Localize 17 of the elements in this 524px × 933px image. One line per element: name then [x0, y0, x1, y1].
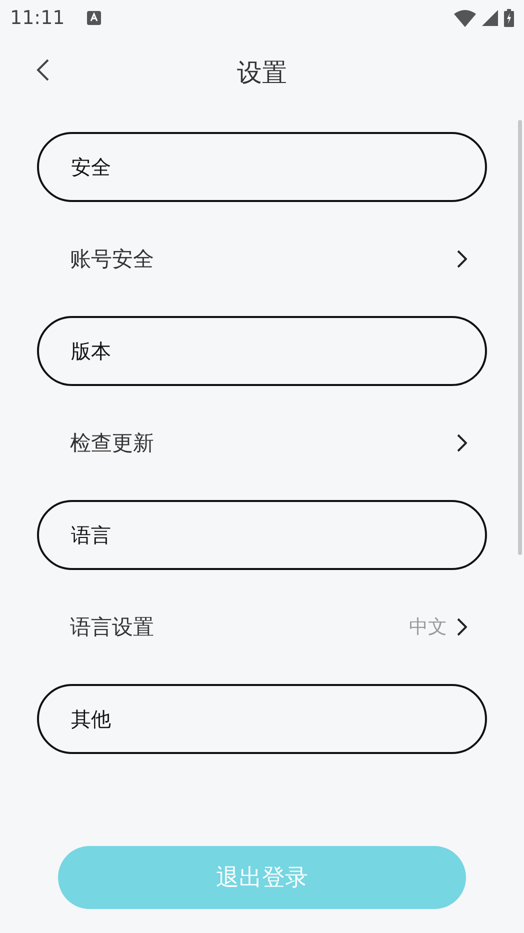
- section-header: 安全: [37, 132, 487, 202]
- signal-icon: [482, 10, 498, 26]
- chevron-icon: [457, 434, 467, 452]
- battery-icon: [504, 9, 514, 27]
- section-header: 其他: [37, 684, 487, 754]
- back-button[interactable]: [36, 58, 50, 82]
- settings-item[interactable]: 账号安全: [37, 202, 487, 316]
- wifi-icon: [454, 10, 476, 26]
- chevron-icon: [457, 618, 467, 636]
- keyboard-notification-icon: [86, 11, 101, 25]
- section-header: 语言: [37, 500, 487, 570]
- chevron-icon: [457, 250, 467, 268]
- settings-item[interactable]: 检查更新: [37, 386, 487, 500]
- page-title: 设置: [237, 56, 287, 88]
- status-time: 11:11: [10, 7, 65, 29]
- section-header: 版本: [37, 316, 487, 386]
- settings-item[interactable]: 语言设置 中文: [37, 570, 487, 684]
